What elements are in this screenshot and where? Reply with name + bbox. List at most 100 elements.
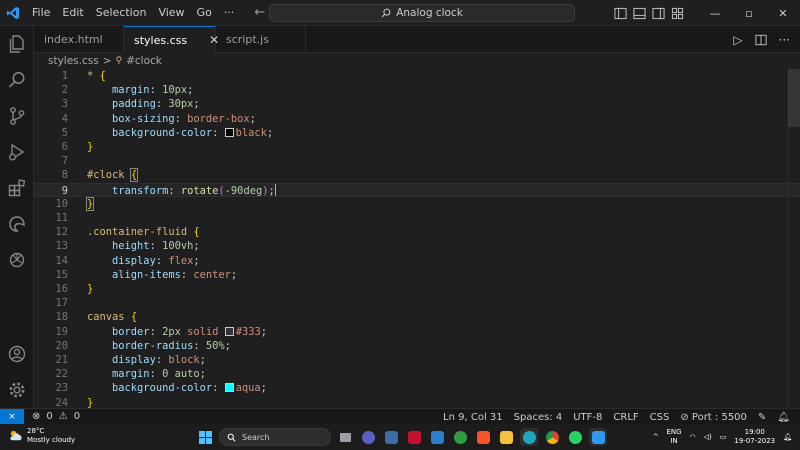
taskbar-search[interactable]: Search: [219, 428, 331, 446]
language-indicator[interactable]: ENG IN: [666, 428, 681, 446]
account-icon[interactable]: [0, 340, 34, 368]
css-selector-icon: ⚲: [115, 56, 123, 66]
warning-count[interactable]: 0: [74, 411, 80, 422]
back-arrow-icon[interactable]: ←: [254, 5, 265, 20]
brave-icon[interactable]: [474, 428, 492, 446]
show-hidden-icons-chevron-icon[interactable]: ^: [653, 433, 659, 441]
search-icon[interactable]: [0, 66, 34, 94]
editor-tab-bar: index.html styles.css ✕ script.js ▷ ···: [34, 26, 800, 53]
code-line: 15 align-items: center;: [34, 268, 800, 282]
status-bar: ⨯ ⊗ 0 ⚠ 0 Ln 9, Col 31 Spaces: 4 UTF-8 C…: [0, 408, 800, 425]
explorer-icon[interactable]: [0, 30, 34, 58]
notification-center-bell-icon[interactable]: 🔔︎: [783, 433, 792, 441]
extensions-icon[interactable]: [0, 174, 34, 202]
weather-widget[interactable]: 28°C Mostly cloudy: [8, 427, 75, 444]
customize-layout-icon[interactable]: [671, 7, 684, 20]
code-line: 5 background-color: black;: [34, 126, 800, 140]
toggle-secondary-sidebar-icon[interactable]: [652, 7, 665, 20]
toggle-sidebar-icon[interactable]: [614, 7, 627, 20]
store-icon[interactable]: [428, 428, 446, 446]
teams-chat-icon[interactable]: [359, 428, 377, 446]
line-number: 3: [61, 98, 68, 111]
vscode-taskbar-icon[interactable]: [589, 428, 607, 446]
line-number: 22: [55, 368, 68, 381]
xbox-app-icon[interactable]: [451, 428, 469, 446]
cursor-position[interactable]: Ln 9, Col 31: [443, 412, 503, 423]
breadcrumb-separator: >: [102, 55, 112, 67]
tab-label: styles.css: [134, 33, 188, 47]
menu-edit[interactable]: Edit: [56, 0, 89, 26]
line-number: 18: [55, 311, 68, 324]
indentation[interactable]: Spaces: 4: [514, 412, 563, 423]
split-editor-icon[interactable]: [754, 34, 767, 46]
tab-script-js[interactable]: script.js: [216, 26, 306, 53]
code-line: 10}: [34, 196, 800, 211]
live-server-port[interactable]: ⊘ Port : 5500: [680, 412, 747, 423]
run-debug-icon[interactable]: [0, 138, 34, 166]
code-line: 21 display: block;: [34, 353, 800, 367]
source-control-icon[interactable]: [0, 102, 34, 130]
notifications-bell-icon[interactable]: 🔔︎: [777, 412, 790, 423]
breadcrumb: styles.css > ⚲ #clock: [34, 53, 800, 69]
color-swatch-333[interactable]: [224, 326, 234, 336]
minimize-button[interactable]: —: [698, 0, 732, 26]
settings-gear-icon[interactable]: [0, 376, 34, 404]
command-center-text: Analog clock: [396, 7, 463, 19]
windows-start-icon[interactable]: [196, 428, 214, 446]
command-center-search[interactable]: Analog clock: [269, 4, 575, 22]
warning-icon[interactable]: ⚠: [59, 411, 68, 422]
breadcrumb-file[interactable]: styles.css: [48, 55, 99, 67]
search-icon: [381, 8, 391, 18]
code-line: 16}: [34, 282, 800, 296]
edge-icon[interactable]: [520, 428, 538, 446]
run-icon[interactable]: ▷: [733, 33, 742, 47]
remote-window-button[interactable]: ⨯: [0, 408, 24, 425]
wifi-icon[interactable]: ◠: [690, 433, 696, 441]
code-line: 11: [34, 211, 800, 225]
encoding[interactable]: UTF-8: [573, 412, 602, 423]
feedback-icon[interactable]: ✎: [758, 412, 766, 423]
menu-selection[interactable]: Selection: [90, 0, 153, 26]
scrollbar-thumb[interactable]: [788, 69, 800, 127]
tab-styles-css[interactable]: styles.css ✕: [124, 26, 219, 53]
mcafee-icon[interactable]: [405, 428, 423, 446]
chatgpt-extension-icon[interactable]: [0, 246, 34, 274]
line-number: 19: [55, 325, 68, 338]
breadcrumb-symbol[interactable]: #clock: [126, 55, 162, 67]
code-line: 2 margin: 10px;: [34, 83, 800, 97]
chrome-icon[interactable]: [543, 428, 561, 446]
line-number: 17: [55, 297, 68, 310]
line-number: 21: [55, 354, 68, 366]
line-number: 23: [55, 382, 68, 395]
menu-file[interactable]: File: [26, 0, 56, 26]
code-line: 8 #clock {: [34, 168, 800, 183]
color-swatch-aqua[interactable]: [224, 383, 234, 393]
error-count[interactable]: 0: [46, 411, 52, 422]
more-actions-icon[interactable]: ···: [779, 33, 790, 47]
menu-more[interactable]: ···: [218, 0, 241, 26]
menu-go[interactable]: Go: [191, 0, 218, 26]
maximize-button[interactable]: ▫: [732, 0, 766, 26]
errors-icon[interactable]: ⊗: [32, 411, 40, 422]
system-clock[interactable]: 19:00 19-07-2023: [734, 428, 775, 446]
color-swatch-black[interactable]: [224, 127, 234, 137]
close-window-button[interactable]: ✕: [766, 0, 800, 26]
edge-devtools-icon[interactable]: [0, 210, 34, 238]
volume-icon[interactable]: ◁): [704, 433, 712, 441]
menu-view[interactable]: View: [152, 0, 190, 26]
line-number: 24: [55, 396, 68, 408]
line-number: 12: [55, 226, 68, 239]
task-view-icon[interactable]: [336, 428, 354, 446]
file-explorer-icon[interactable]: [497, 428, 515, 446]
toggle-panel-icon[interactable]: [633, 7, 646, 20]
battery-icon[interactable]: ▭: [720, 433, 727, 441]
end-of-line[interactable]: CRLF: [613, 412, 638, 423]
language-mode[interactable]: CSS: [650, 412, 670, 423]
activity-bar: [0, 26, 34, 408]
tab-index-html[interactable]: index.html: [34, 26, 124, 53]
code-editor[interactable]: 1 * { 2 margin: 10px; 3 padding: 30px; 4 …: [34, 69, 800, 408]
whatsapp-icon[interactable]: [566, 428, 584, 446]
line-number: 5: [61, 126, 68, 139]
editor-scrollbar[interactable]: [788, 69, 800, 408]
explorer-app-icon[interactable]: [382, 428, 400, 446]
